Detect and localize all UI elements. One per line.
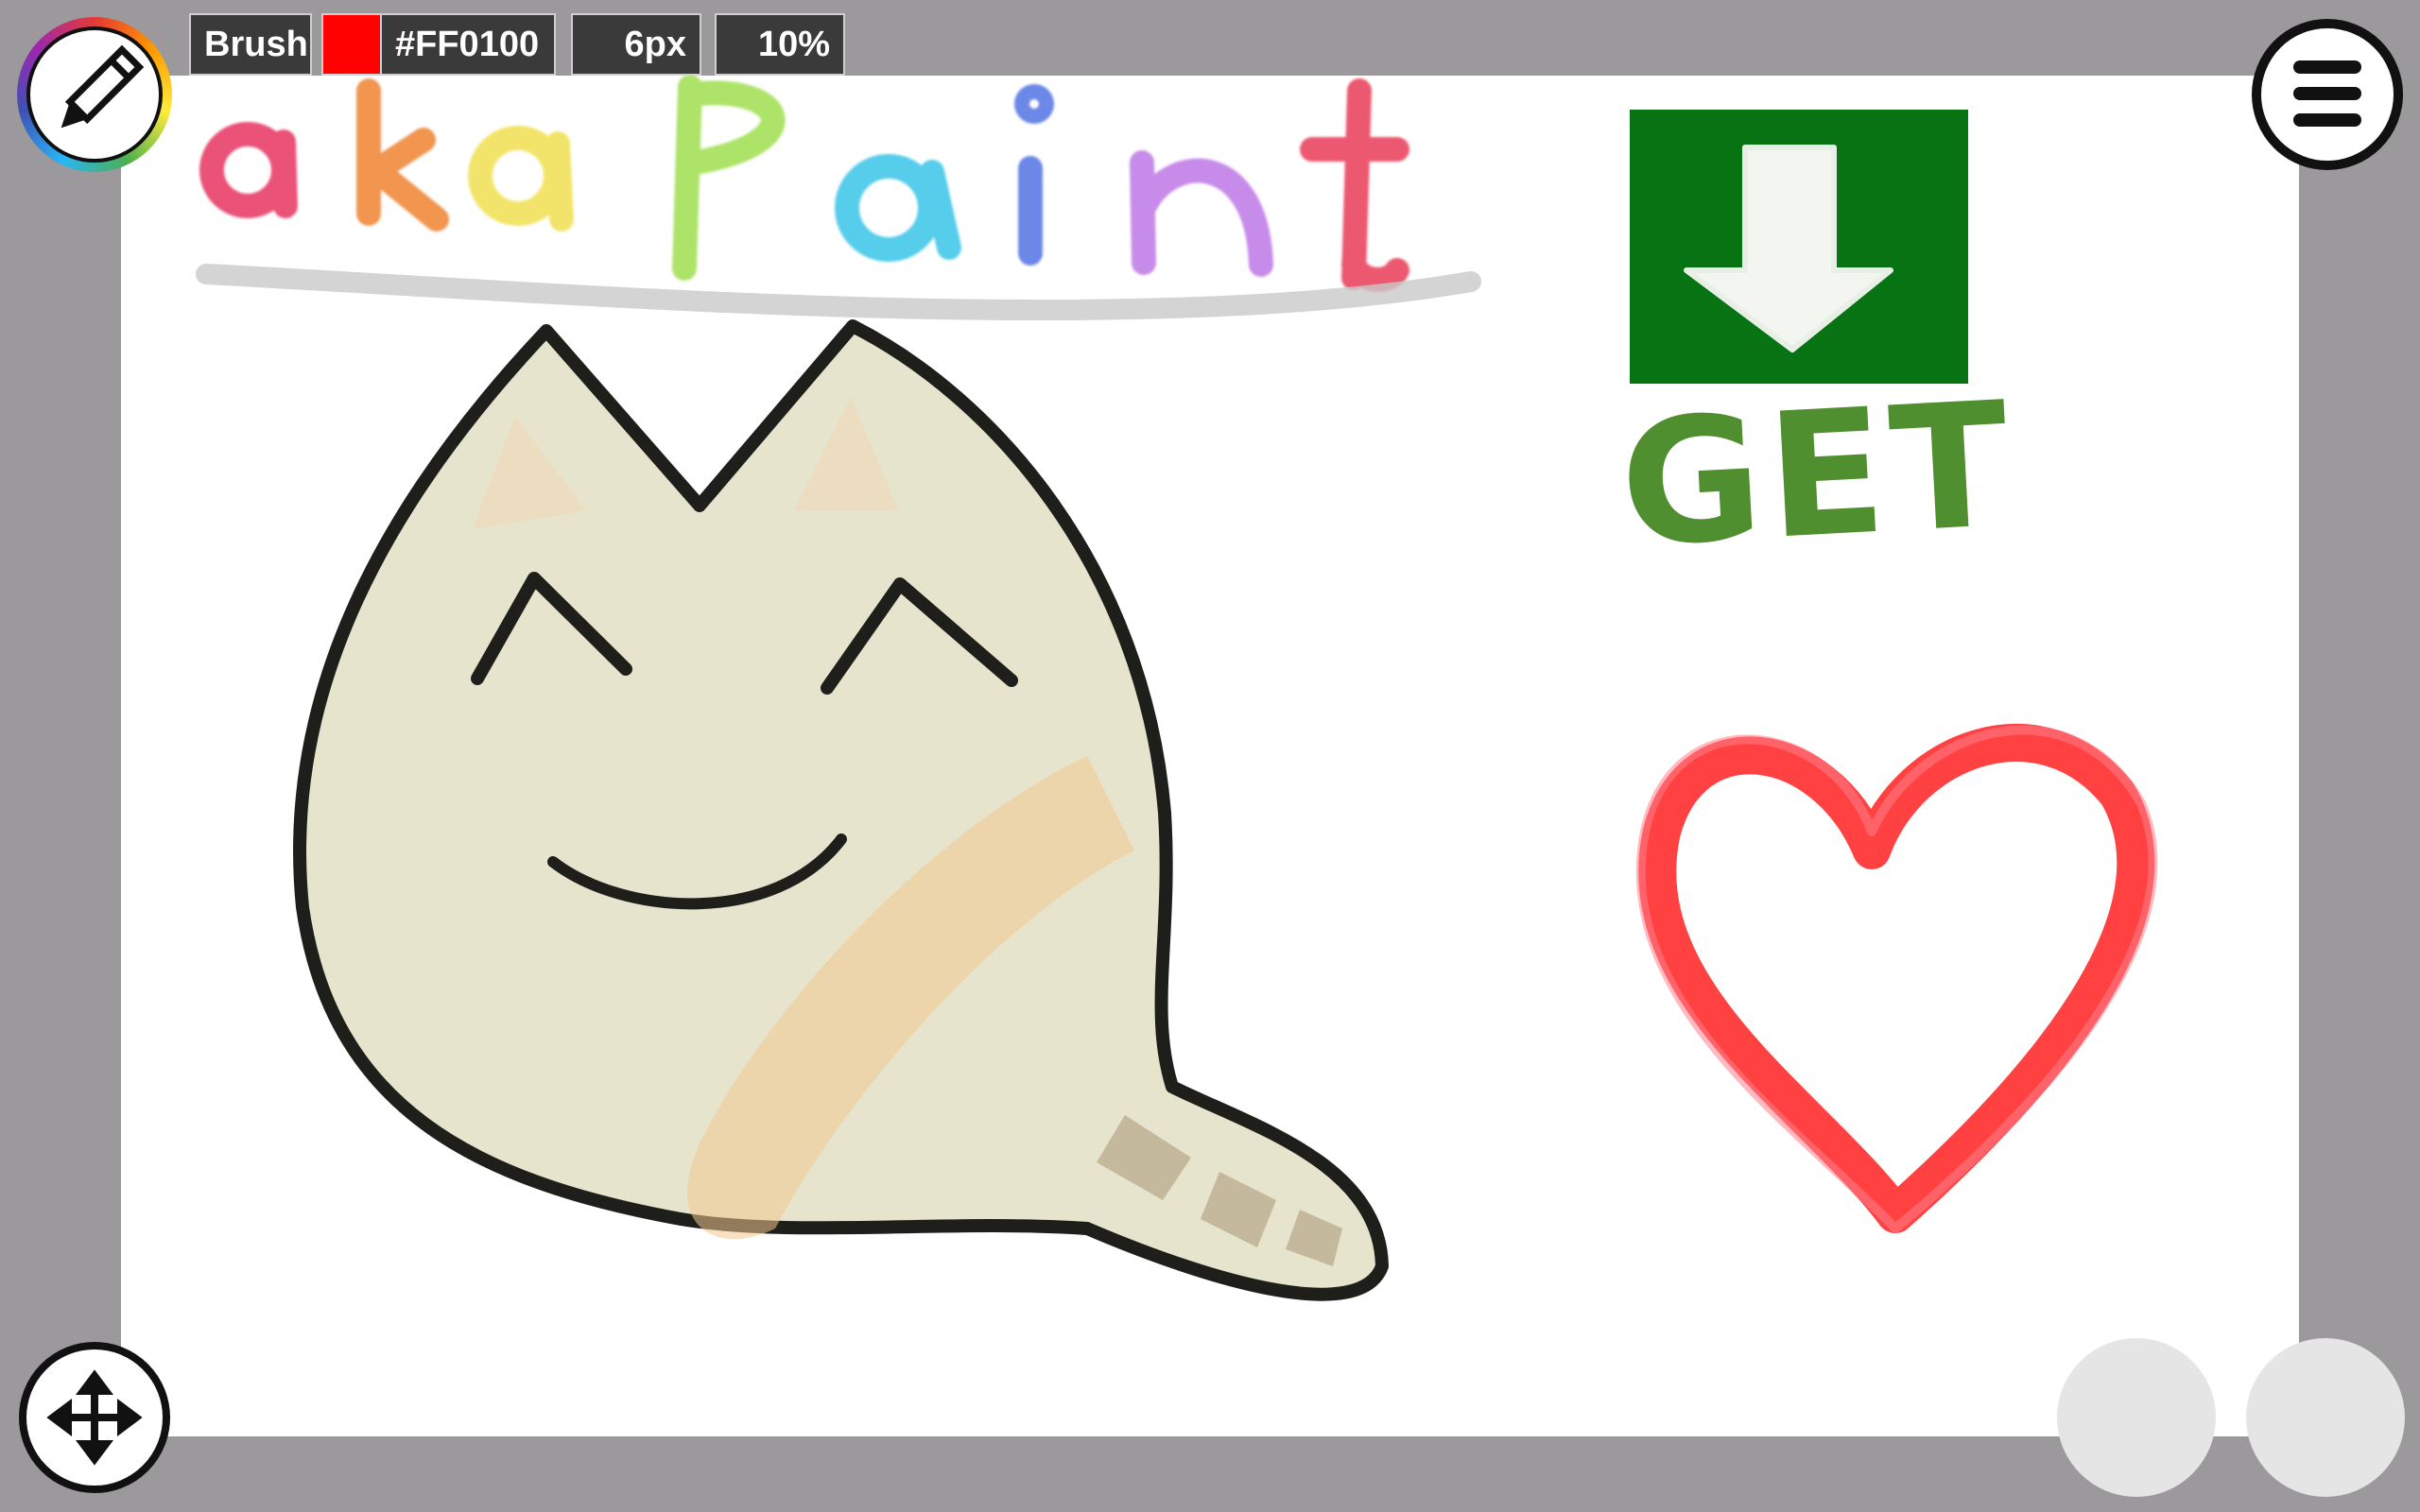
opacity-value[interactable]: 10% — [715, 13, 845, 76]
color-hex-value[interactable]: #FF0100 — [380, 13, 556, 76]
download-arrow-drawing — [1630, 110, 1968, 384]
canvas-artwork: GET — [196, 75, 2158, 1301]
pencil-icon — [60, 44, 145, 129]
brush-size-value[interactable]: 6px — [571, 13, 701, 76]
tool-picker-button[interactable] — [17, 17, 172, 172]
menu-button[interactable] — [2252, 19, 2403, 170]
heart-drawing — [1635, 724, 2158, 1233]
redo-button[interactable] — [2246, 1338, 2405, 1497]
hamburger-menu-icon — [2293, 60, 2361, 127]
tool-label[interactable]: Brush — [189, 13, 312, 76]
cat-drawing — [293, 319, 1389, 1301]
title-art-akapaint — [199, 75, 1409, 292]
move-arrows-icon — [46, 1369, 143, 1466]
current-color-swatch[interactable] — [321, 13, 382, 76]
pan-move-button[interactable] — [19, 1342, 170, 1493]
get-text: GET — [1616, 364, 2018, 584]
undo-button[interactable] — [2057, 1338, 2216, 1497]
title-underline — [196, 264, 1481, 321]
